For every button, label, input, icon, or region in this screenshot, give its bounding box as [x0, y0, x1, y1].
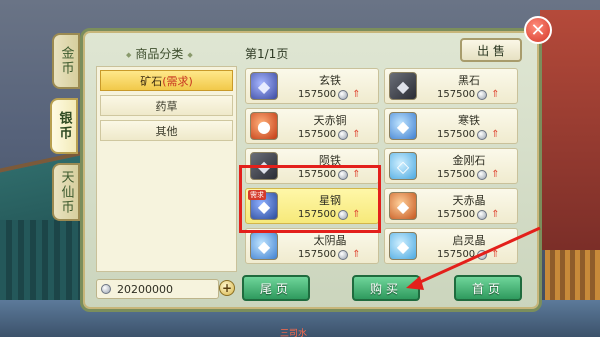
price-up-icon: ⇑	[352, 249, 361, 260]
item-name: 天赤铜	[313, 114, 347, 127]
item-price: 157500 ⇑	[298, 249, 361, 260]
close-button[interactable]: ✕	[524, 16, 552, 44]
item-name: 太阴晶	[313, 234, 347, 247]
category-item-herb[interactable]: 药草	[100, 95, 233, 116]
item-price: 157500 ⇑	[437, 209, 500, 220]
roof-right	[540, 10, 600, 250]
buy-button[interactable]: 购买	[352, 275, 420, 301]
price-value: 157500	[298, 249, 337, 260]
silver-coin-icon	[101, 284, 111, 294]
plus-icon: +	[221, 281, 233, 295]
price-value: 157500	[437, 89, 476, 100]
ore-blue-icon: ◆	[250, 72, 278, 100]
scene-label: 三司水	[280, 329, 308, 337]
first-page-button[interactable]: 首页	[454, 275, 522, 301]
silver-balance: 20200000	[96, 279, 219, 299]
price-value: 157500	[298, 89, 337, 100]
ore-dark-icon: ◆	[389, 72, 417, 100]
item-card[interactable]: ◆ 太阴晶 157500 ⇑	[245, 228, 379, 264]
item-card[interactable]: ● 天赤铜 157500 ⇑	[245, 108, 379, 144]
silver-coin-icon	[477, 129, 488, 140]
tab-tianxian-coin[interactable]: 天仙币	[52, 163, 80, 221]
add-currency-button[interactable]: +	[219, 280, 235, 296]
tab-silver-coin[interactable]: 银币	[50, 98, 78, 154]
item-price: 157500 ⇑	[437, 89, 500, 100]
item-card[interactable]: ◆ 黑石 157500 ⇑	[384, 68, 518, 104]
last-page-button[interactable]: 尾页	[242, 275, 310, 301]
tab-gold-coin[interactable]: 金币	[52, 33, 80, 89]
price-value: 157500	[437, 169, 476, 180]
ore-ice-icon: ◆	[389, 112, 417, 140]
item-price: 157500 ⇑	[298, 89, 361, 100]
price-value: 157500	[437, 129, 476, 140]
price-up-icon: ⇑	[491, 129, 500, 140]
item-price: 157500 ⇑	[437, 129, 500, 140]
price-up-icon: ⇑	[352, 129, 361, 140]
price-up-icon: ⇑	[491, 209, 500, 220]
price-up-icon: ⇑	[491, 169, 500, 180]
ore-ice-icon: ◆	[250, 232, 278, 260]
silver-coin-icon	[338, 129, 349, 140]
item-card[interactable]: ◆ 玄铁 157500 ⇑	[245, 68, 379, 104]
item-name: 黑石	[458, 74, 480, 87]
category-label: 药草	[155, 99, 178, 113]
item-name: 天赤晶	[452, 194, 486, 207]
silver-coin-icon	[477, 169, 488, 180]
item-card[interactable]: ◆ 寒铁 157500 ⇑	[384, 108, 518, 144]
category-label: 其他	[155, 124, 178, 138]
item-price: 157500 ⇑	[437, 249, 500, 260]
item-name: 启灵晶	[452, 234, 486, 247]
item-name: 寒铁	[458, 114, 480, 127]
demand-label: (需求)	[162, 74, 193, 88]
item-card[interactable]: ◆ 天赤晶 157500 ⇑	[384, 188, 518, 224]
ore-red-icon: ●	[250, 112, 278, 140]
price-up-icon: ⇑	[491, 249, 500, 260]
price-up-icon: ⇑	[491, 89, 500, 100]
category-item-other[interactable]: 其他	[100, 120, 233, 141]
page-indicator: 第1/1页	[245, 47, 289, 61]
item-name: 玄铁	[319, 74, 341, 87]
close-icon: ✕	[530, 19, 546, 41]
category-title: 商品分类	[122, 45, 197, 62]
ore-crystal-icon: ◇	[389, 152, 417, 180]
sell-button[interactable]: 出 售	[460, 38, 522, 62]
item-name: 金刚石	[452, 154, 486, 167]
price-up-icon: ⇑	[352, 89, 361, 100]
balance-value: 20200000	[117, 282, 173, 296]
category-label: 矿石	[140, 74, 163, 88]
silver-coin-icon	[338, 89, 349, 100]
item-price: 157500 ⇑	[437, 169, 500, 180]
silver-coin-icon	[477, 249, 488, 260]
silver-coin-icon	[338, 249, 349, 260]
price-value: 157500	[298, 129, 337, 140]
category-item-ore[interactable]: 矿石 (需求)	[100, 70, 233, 91]
price-value: 157500	[437, 249, 476, 260]
price-value: 157500	[437, 209, 476, 220]
silver-coin-icon	[477, 209, 488, 220]
silver-coin-icon	[477, 89, 488, 100]
ore-amber-icon: ◆	[389, 192, 417, 220]
selection-highlight-box	[239, 165, 381, 233]
category-list: 矿石 (需求) 药草 其他	[96, 66, 237, 272]
ore-crystal-icon: ◆	[389, 232, 417, 260]
item-card[interactable]: ◆ 启灵晶 157500 ⇑	[384, 228, 518, 264]
item-card[interactable]: ◇ 金刚石 157500 ⇑	[384, 148, 518, 184]
item-price: 157500 ⇑	[298, 129, 361, 140]
